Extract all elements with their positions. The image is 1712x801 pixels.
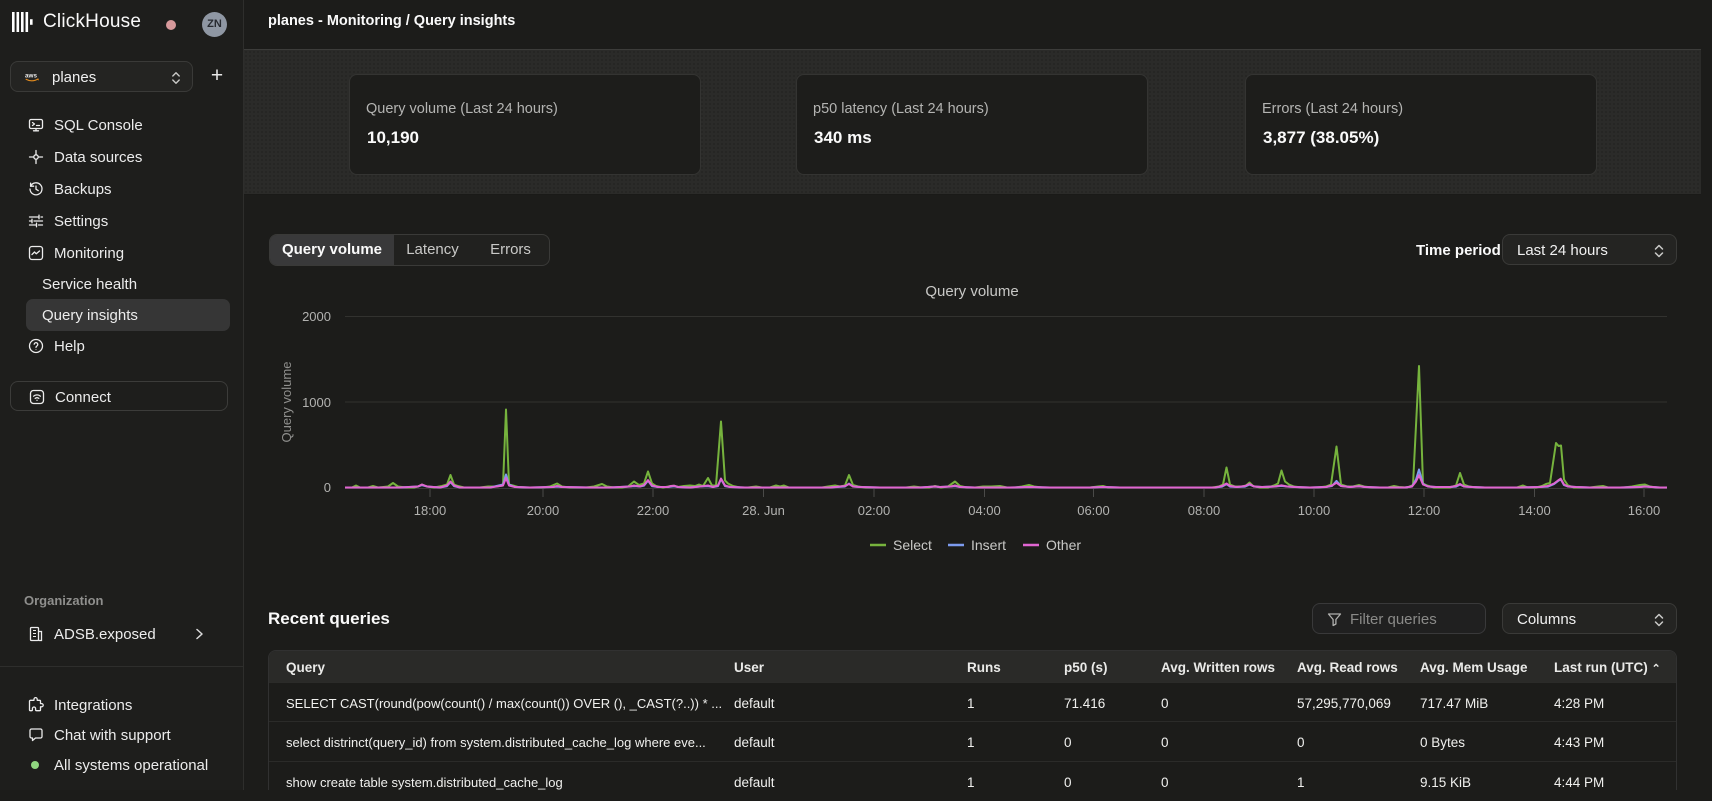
svg-text:14:00: 14:00: [1518, 503, 1551, 518]
svg-text:Query volume: Query volume: [279, 362, 294, 443]
svg-text:Query volume: Query volume: [925, 283, 1018, 300]
svg-text:Select: Select: [893, 537, 932, 553]
svg-text:0: 0: [324, 480, 331, 495]
svg-text:1000: 1000: [302, 395, 331, 410]
svg-text:16:00: 16:00: [1628, 503, 1661, 518]
svg-text:Other: Other: [1046, 537, 1081, 553]
svg-text:Insert: Insert: [971, 537, 1006, 553]
svg-text:08:00: 08:00: [1188, 503, 1221, 518]
svg-text:2000: 2000: [302, 309, 331, 324]
svg-text:02:00: 02:00: [858, 503, 891, 518]
svg-text:22:00: 22:00: [637, 503, 670, 518]
svg-text:04:00: 04:00: [968, 503, 1001, 518]
svg-text:20:00: 20:00: [527, 503, 560, 518]
svg-text:aws: aws: [25, 73, 37, 80]
svg-text:28. Jun: 28. Jun: [742, 503, 785, 518]
svg-text:06:00: 06:00: [1077, 503, 1110, 518]
svg-text:12:00: 12:00: [1408, 503, 1441, 518]
svg-text:10:00: 10:00: [1298, 503, 1331, 518]
svg-text:18:00: 18:00: [414, 503, 447, 518]
